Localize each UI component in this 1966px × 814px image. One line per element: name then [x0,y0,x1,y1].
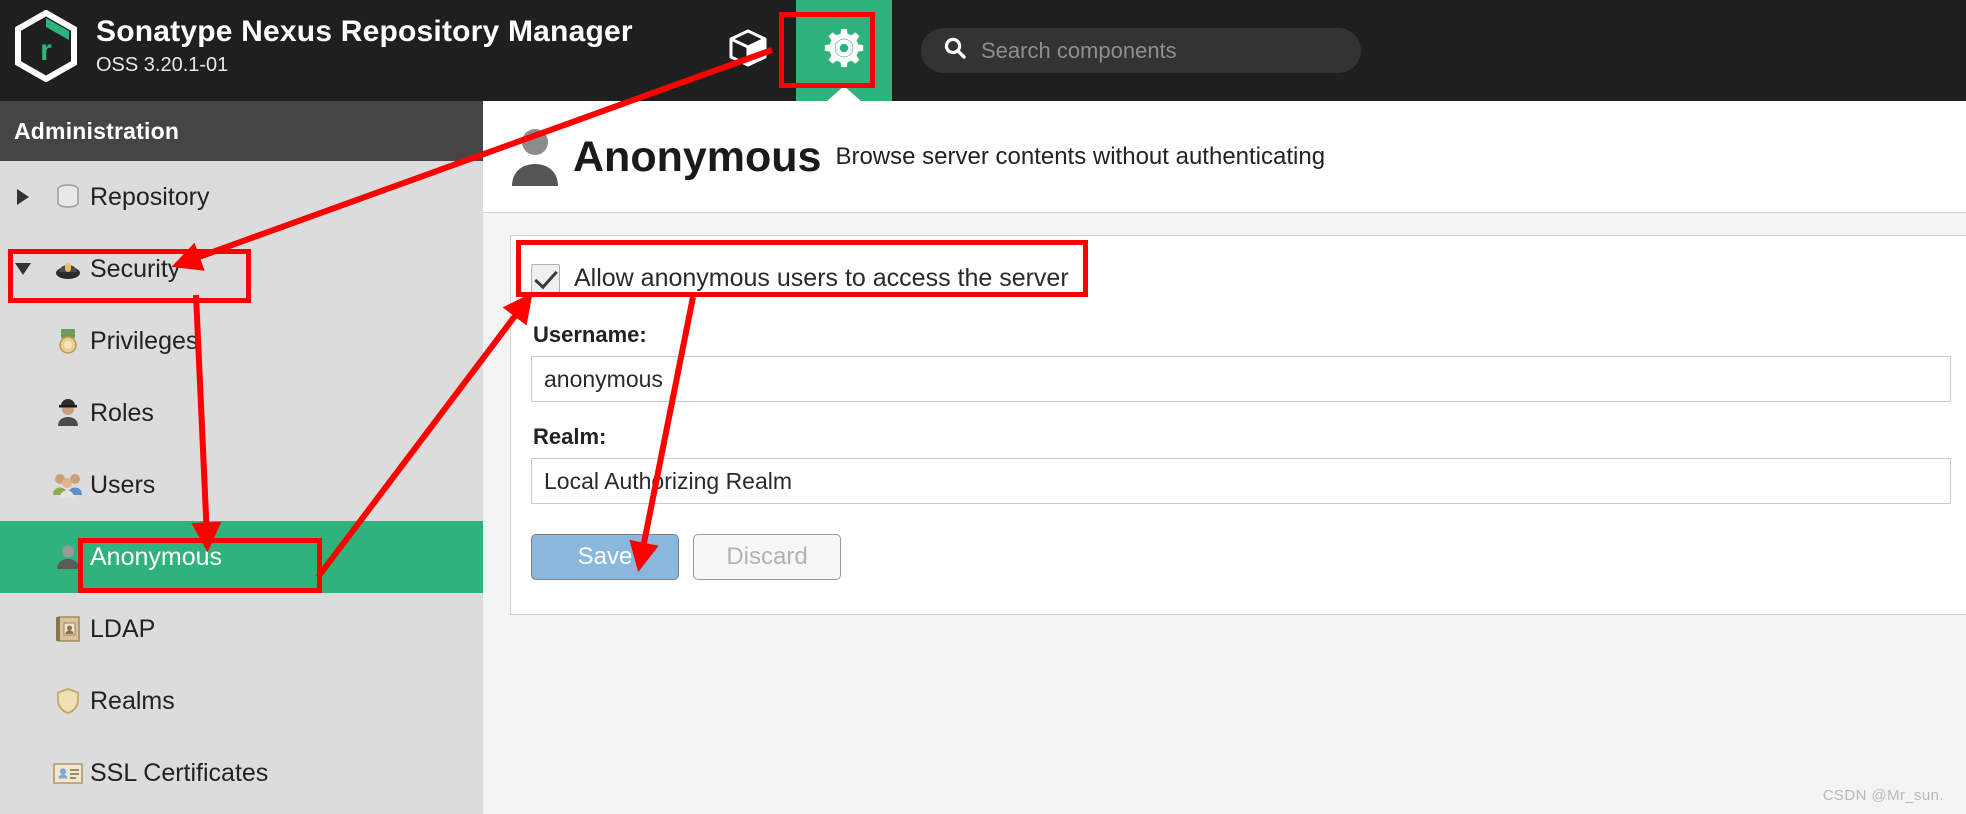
allow-anonymous-checkbox[interactable]: Allow anonymous users to access the serv… [531,256,1966,300]
realm-label: Realm: [533,424,607,449]
admin-button[interactable] [796,0,892,102]
sidebar-item-label: Repository [90,182,210,211]
discard-button: Discard [693,534,841,580]
cube-box-icon [726,26,770,75]
sidebar-title-label: Administration [14,117,180,144]
sidebar-item-label: Security [90,254,181,283]
shield-icon [46,686,90,716]
page-header: Anonymous Browse server contents without… [483,101,1966,212]
browse-button[interactable] [700,0,796,101]
main-content: Anonymous Browse server contents without… [483,101,1966,814]
sidebar-item-label: Users [90,470,156,499]
username-input[interactable]: anonymous [531,356,1951,402]
svg-text:r: r [40,34,52,67]
search-placeholder: Search components [981,37,1177,63]
gear-icon [821,25,867,76]
username-value: anonymous [544,365,663,392]
id-card-icon [46,758,90,788]
sidebar-item-security[interactable]: Security [0,233,483,305]
sidebar-item-label: LDAP [90,614,156,643]
sidebar-item-label: Roles [90,398,154,427]
sidebar-item-realms[interactable]: Realms [0,665,483,737]
allow-anonymous-label: Allow anonymous users to access the serv… [574,263,1069,292]
content-area: Allow anonymous users to access the serv… [483,212,1966,814]
security-badge-icon [46,254,90,284]
search-input[interactable]: Search components [921,28,1361,73]
realm-value: Local Authorizing Realm [544,467,793,494]
sidebar-item-anonymous[interactable]: Anonymous [0,521,483,593]
search-icon [943,36,967,65]
anonymous-bust-icon [46,542,90,572]
form-actions: Save Discard [531,534,1966,580]
sidebar-item-label: Anonymous [90,542,223,571]
medal-icon [46,326,90,356]
sidebar-item-ssl-certificates[interactable]: SSL Certificates [0,737,483,809]
sidebar-item-label: SSL Certificates [90,758,269,787]
collapsed-right-triangle-icon[interactable] [0,188,46,206]
anonymous-bust-icon [497,124,573,190]
sidebar-item-label: Privileges [90,326,199,355]
expanded-down-triangle-icon[interactable] [0,261,46,277]
username-label: Username: [533,322,647,347]
save-button[interactable]: Save [531,534,679,580]
sidebar-item-privileges[interactable]: Privileges [0,305,483,377]
sidebar-item-ldap[interactable]: LDAP [0,593,483,665]
brand[interactable]: r Sonatype Nexus Repository Manager OSS … [14,9,633,83]
sidebar-item-repository[interactable]: Repository [0,161,483,233]
police-officer-icon [46,398,90,428]
users-group-icon [46,470,90,500]
brand-text: Sonatype Nexus Repository Manager OSS 3.… [96,14,633,78]
sidebar-title: Administration [0,101,483,161]
sidebar-item-roles[interactable]: Roles [0,377,483,449]
anonymous-settings-panel: Allow anonymous users to access the serv… [510,235,1966,615]
sidebar: Administration Repository Security Privi… [0,101,483,814]
brand-title: Sonatype Nexus Repository Manager [96,15,633,48]
page-description: Browse server contents without authentic… [835,142,1326,170]
checkbox-checked-icon[interactable] [531,263,560,293]
active-tab-notch [826,86,862,102]
nexus-hexagon-logo-icon: r [14,9,78,83]
brand-version: OSS 3.20.1-01 [96,54,229,76]
app-root: r Sonatype Nexus Repository Manager OSS … [0,0,1966,814]
top-nav-icons [700,0,892,102]
sidebar-item-label: Realms [90,686,175,715]
top-bar: r Sonatype Nexus Repository Manager OSS … [0,0,1966,102]
realm-select[interactable]: Local Authorizing Realm [531,458,1951,504]
watermark: CSDN @Mr_sun. [1822,787,1944,804]
database-icon [46,182,90,212]
sidebar-item-users[interactable]: Users [0,449,483,521]
page-title: Anonymous [573,132,822,181]
address-book-icon [46,614,90,644]
